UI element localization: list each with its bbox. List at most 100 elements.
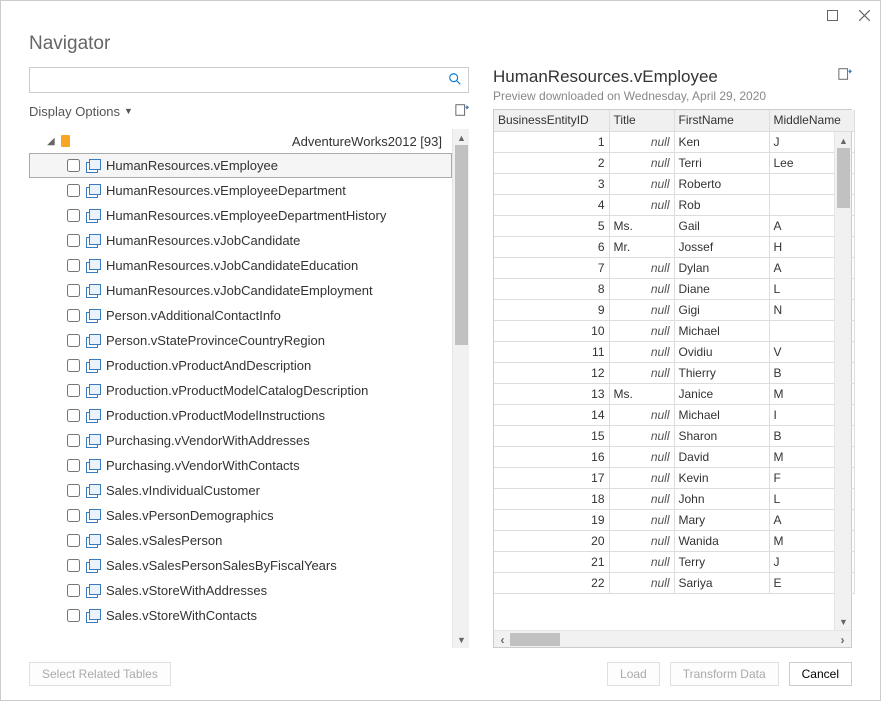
cancel-button[interactable]: Cancel [789,662,852,686]
tree-root-node[interactable]: ◢ AdventureWorks2012 [93] [29,129,452,153]
tree-item-checkbox[interactable] [67,484,80,497]
tree-item[interactable]: Sales.vIndividualCustomer [29,478,452,503]
table-row[interactable]: 9nullGigiN [494,299,854,320]
object-tree[interactable]: ◢ AdventureWorks2012 [93] HumanResources… [29,129,452,648]
tree-item[interactable]: HumanResources.vEmployee [29,153,452,178]
tree-item[interactable]: HumanResources.vJobCandidateEmployment [29,278,452,303]
tree-item-checkbox[interactable] [67,434,80,447]
cell-firstname: Dylan [674,257,769,278]
tree-item-checkbox[interactable] [67,184,80,197]
tree-item-checkbox[interactable] [67,209,80,222]
scroll-up-icon[interactable]: ▲ [835,132,852,149]
cell-id: 17 [494,467,609,488]
tree-item[interactable]: Purchasing.vVendorWithAddresses [29,428,452,453]
table-row[interactable]: 5Ms.GailA [494,215,854,236]
tree-item[interactable]: HumanResources.vJobCandidate [29,228,452,253]
scroll-thumb[interactable] [837,148,850,208]
column-header[interactable]: Title [609,110,674,131]
tree-item[interactable]: Sales.vPersonDemographics [29,503,452,528]
tree-item[interactable]: Person.vAdditionalContactInfo [29,303,452,328]
view-icon [86,360,100,371]
tree-item[interactable]: Sales.vStoreWithAddresses [29,578,452,603]
table-row[interactable]: 3nullRoberto [494,173,854,194]
tree-item-checkbox[interactable] [67,234,80,247]
table-row[interactable]: 22nullSariyaE [494,572,854,593]
scroll-down-icon[interactable]: ▼ [453,631,470,648]
search-box[interactable] [29,67,469,93]
tree-scrollbar[interactable]: ▲ ▼ [452,129,469,648]
table-row[interactable]: 7nullDylanA [494,257,854,278]
tree-item[interactable]: Sales.vSalesPersonSalesByFiscalYears [29,553,452,578]
tree-item-label: Production.vProductAndDescription [106,358,311,373]
tree-item-checkbox[interactable] [67,309,80,322]
tree-item-checkbox[interactable] [67,609,80,622]
column-header[interactable]: BusinessEntityID [494,110,609,131]
tree-item-checkbox[interactable] [67,559,80,572]
maximize-icon[interactable] [824,7,840,23]
cell-title: null [609,299,674,320]
column-header[interactable]: MiddleName [769,110,854,131]
tree-item-checkbox[interactable] [67,584,80,597]
table-row[interactable]: 8nullDianeL [494,278,854,299]
tree-item-checkbox[interactable] [67,409,80,422]
transform-data-button[interactable]: Transform Data [670,662,779,686]
table-row[interactable]: 21nullTerryJ [494,551,854,572]
scroll-down-icon[interactable]: ▼ [835,613,852,630]
table-row[interactable]: 16nullDavidM [494,446,854,467]
tree-item-label: HumanResources.vEmployeeDepartment [106,183,346,198]
tree-item[interactable]: Production.vProductAndDescription [29,353,452,378]
table-row[interactable]: 10nullMichael [494,320,854,341]
scroll-left-icon[interactable]: ‹ [494,631,511,648]
collapse-icon[interactable]: ◢ [47,136,55,147]
tree-item[interactable]: Person.vStateProvinceCountryRegion [29,328,452,353]
refresh-icon[interactable] [455,103,469,120]
tree-item[interactable]: HumanResources.vEmployeeDepartmentHistor… [29,203,452,228]
table-row[interactable]: 1nullKenJ [494,131,854,152]
search-input[interactable] [30,73,442,88]
table-row[interactable]: 6Mr.JossefH [494,236,854,257]
table-row[interactable]: 20nullWanidaM [494,530,854,551]
tree-item-checkbox[interactable] [67,384,80,397]
content-area: Display Options ▼ ◢ AdventureWorks2012 [… [1,67,880,648]
tree-item[interactable]: Production.vProductModelInstructions [29,403,452,428]
search-icon[interactable] [442,72,468,89]
table-row[interactable]: 12nullThierryB [494,362,854,383]
scroll-up-icon[interactable]: ▲ [453,129,470,146]
preview-refresh-icon[interactable] [838,67,852,84]
tree-item[interactable]: Sales.vSalesPerson [29,528,452,553]
scroll-thumb[interactable] [455,145,468,345]
tree-item[interactable]: HumanResources.vEmployeeDepartment [29,178,452,203]
tree-item-checkbox[interactable] [67,459,80,472]
tree-item-checkbox[interactable] [67,284,80,297]
tree-item[interactable]: Purchasing.vVendorWithContacts [29,453,452,478]
display-options-dropdown[interactable]: Display Options ▼ [29,104,133,119]
table-row[interactable]: 14nullMichaelI [494,404,854,425]
column-header[interactable]: FirstName [674,110,769,131]
scroll-right-icon[interactable]: › [834,631,851,648]
load-button[interactable]: Load [607,662,660,686]
scroll-thumb[interactable] [510,633,560,646]
table-hscrollbar[interactable]: ‹ › [494,630,851,647]
select-related-tables-button[interactable]: Select Related Tables [29,662,171,686]
tree-item-checkbox[interactable] [67,334,80,347]
table-row[interactable]: 11nullOvidiuV [494,341,854,362]
tree-item[interactable]: HumanResources.vJobCandidateEducation [29,253,452,278]
tree-item-checkbox[interactable] [67,159,80,172]
tree-item[interactable]: Production.vProductModelCatalogDescripti… [29,378,452,403]
tree-item-checkbox[interactable] [67,259,80,272]
preview-table[interactable]: BusinessEntityIDTitleFirstNameMiddleName… [494,110,855,594]
table-row[interactable]: 17nullKevinF [494,467,854,488]
tree-item-checkbox[interactable] [67,509,80,522]
table-row[interactable]: 2nullTerriLee [494,152,854,173]
tree-item-checkbox[interactable] [67,359,80,372]
table-row[interactable]: 13Ms.JaniceM [494,383,854,404]
table-vscrollbar[interactable]: ▲ ▼ [834,132,851,630]
close-icon[interactable] [856,7,872,23]
table-row[interactable]: 4nullRob [494,194,854,215]
tree-item-checkbox[interactable] [67,534,80,547]
cell-firstname: Terri [674,152,769,173]
tree-item[interactable]: Sales.vStoreWithContacts [29,603,452,628]
table-row[interactable]: 19nullMaryA [494,509,854,530]
table-row[interactable]: 18nullJohnL [494,488,854,509]
table-row[interactable]: 15nullSharonB [494,425,854,446]
